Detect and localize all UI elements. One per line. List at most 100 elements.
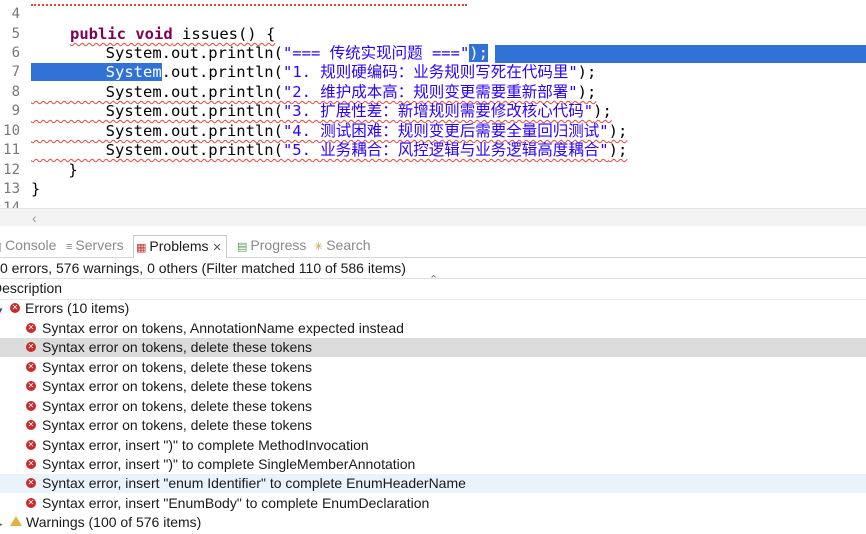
problems-icon: ▦ [136, 242, 147, 254]
expand-down-icon[interactable]: ▾ [0, 301, 8, 320]
progress-icon: ▤ [237, 241, 248, 253]
horizontal-scrollbar[interactable]: ‹ [0, 208, 866, 226]
line-number: 8 [11, 84, 20, 100]
column-header-description[interactable]: Description ⌃ [0, 274, 866, 300]
console-icon: ▯ [0, 241, 2, 253]
tab-label: Console [5, 237, 57, 253]
line-number: 4 [11, 6, 20, 22]
tab-label: Servers [75, 237, 124, 253]
selection-highlight [495, 45, 866, 63]
tree-group-errors[interactable]: ▾ ✕ Errors (10 items) [0, 299, 866, 318]
string-literal: "3. 扩展性差：新增规则需要修改核心代码" [282, 102, 594, 120]
code-text: ); [577, 63, 597, 81]
code-text: System.out.println( [31, 102, 283, 120]
error-icon: ✕ [26, 459, 36, 470]
line-number: 13 [3, 181, 20, 197]
problem-row[interactable]: ✕ Syntax error, insert ")" to complete Si… [0, 455, 866, 474]
problem-row[interactable]: ✕ Syntax error on tokens, delete these to… [0, 377, 866, 396]
code-text: ); [608, 122, 628, 140]
code-text: System.out.println( [31, 83, 283, 101]
problem-text: Syntax error on tokens, delete these tok… [42, 339, 313, 355]
servers-icon: ≡ [66, 241, 73, 253]
problem-row[interactable]: ✕ Syntax error on tokens, AnnotationName … [0, 319, 866, 338]
tab-label: Progress [250, 237, 307, 253]
line-number: 11 [3, 142, 20, 158]
view-tab-bar: ▯Console ≡Servers ▦Problems ✕ ▤Progress ✳… [0, 235, 866, 258]
problem-text: Syntax error on tokens, delete these tok… [42, 417, 313, 433]
code-line[interactable]: 6 System.out.println("=== 传统实现问题 ==="); [0, 43, 866, 63]
line-number: 9 [11, 103, 20, 119]
search-icon: ✳ [314, 241, 324, 253]
problem-text: Syntax error, insert ")" to complete Met… [42, 437, 369, 453]
string-literal: "1. 规则硬编码：业务规则写死在代码里" [282, 63, 578, 81]
error-icon: ✕ [26, 498, 36, 509]
group-label: Warnings (100 of 576 items) [26, 514, 202, 530]
string-literal: "2. 维护成本高：规则变更需要重新部署" [282, 83, 578, 101]
problem-row[interactable]: ✕ Syntax error on tokens, delete these to… [0, 358, 866, 377]
error-icon: ✕ [26, 362, 36, 373]
code-text: ); [577, 83, 597, 101]
code-line[interactable]: 10 System.out.println("4. 测试困难：规则变更后需要全量… [0, 121, 866, 141]
line-number: 10 [3, 123, 20, 139]
line-number: 12 [3, 162, 20, 178]
code-text: .out.println( [161, 63, 283, 81]
code-editor[interactable]: 4 5 public void issues() { 6 System.out.… [0, 0, 866, 226]
string-literal: "5. 业务耦合：风控逻辑与业务逻辑高度耦合" [282, 141, 609, 159]
error-icon: ✕ [26, 381, 36, 392]
problem-text: Syntax error, insert "enum Identifier" t… [42, 475, 466, 491]
tab-label: Problems [149, 238, 209, 254]
tab-servers[interactable]: ≡ Servers [66, 235, 124, 257]
code-line[interactable]: 12 } [0, 160, 866, 180]
code-line[interactable]: 7 System.out.println("1. 规则硬编码：业务规则写死在代码… [0, 62, 866, 82]
code-text: System.out.println( [31, 122, 283, 140]
code-text: issues() { [172, 25, 276, 43]
line-number: 5 [11, 26, 20, 42]
line-number: 6 [11, 45, 20, 61]
error-icon: ✕ [10, 303, 20, 314]
error-icon: ✕ [26, 342, 36, 353]
code-line[interactable]: 4 [0, 4, 866, 24]
problem-row[interactable]: ✕ Syntax error on tokens, delete these to… [0, 416, 866, 435]
problems-status: 0 errors, 576 warnings, 0 others (Filter… [0, 260, 406, 276]
string-literal: "=== 传统实现问题 ===" [282, 44, 470, 62]
problem-text: Syntax error on tokens, delete these tok… [42, 378, 313, 394]
error-icon: ✕ [26, 440, 36, 451]
tab-progress[interactable]: ▤ Progress [237, 235, 306, 257]
tree-group-warnings[interactable]: ▸ Warnings (100 of 576 items) [0, 513, 866, 532]
keyword: public void [70, 25, 173, 43]
code-text: ); [593, 102, 612, 120]
code-text: System.out.println( [31, 141, 283, 159]
error-icon: ✕ [26, 323, 36, 334]
problem-row[interactable]: ✕ Syntax error, insert ")" to complete Me… [0, 436, 866, 455]
code-text: ); [608, 141, 628, 159]
problem-row[interactable]: ✕ Syntax error on tokens, delete these to… [0, 338, 866, 357]
problem-row[interactable]: ✕ Syntax error, insert "EnumBody" to comp… [0, 494, 866, 513]
problem-text: Syntax error, insert ")" to complete Sin… [42, 456, 416, 472]
tab-problems[interactable]: ▦ Problems ✕ [133, 235, 227, 258]
code-text: } [31, 180, 41, 198]
problem-text: Syntax error on tokens, delete these tok… [42, 398, 313, 414]
column-header-label: Description [0, 280, 63, 296]
string-literal: "4. 测试困难：规则变更后需要全量回归测试" [282, 122, 609, 140]
problem-text: Syntax error on tokens, AnnotationName e… [42, 320, 404, 336]
selected-text: ); [469, 44, 488, 62]
close-icon[interactable]: ✕ [213, 242, 222, 254]
line-number: 7 [11, 64, 20, 80]
tab-label: Search [326, 237, 371, 253]
problem-text: Syntax error, insert "EnumBody" to compl… [42, 495, 430, 511]
problem-text: Syntax error on tokens, delete these tok… [42, 359, 313, 375]
selected-text: System [31, 63, 162, 81]
code-text: } [31, 161, 78, 179]
scroll-left-icon[interactable]: ‹ [32, 210, 37, 226]
code-line[interactable]: 9 System.out.println("3. 扩展性差：新增规则需要修改核心… [0, 101, 866, 121]
code-line[interactable]: 11 System.out.println("5. 业务耦合：风控逻辑与业务逻辑… [0, 140, 866, 160]
problem-row[interactable]: ✕ Syntax error, insert "enum Identifier" … [0, 474, 866, 493]
code-line[interactable]: 8 System.out.println("2. 维护成本高：规则变更需要重新部… [0, 82, 866, 102]
problem-row[interactable]: ✕ Syntax error on tokens, delete these to… [0, 397, 866, 416]
error-icon: ✕ [26, 420, 36, 431]
tab-search[interactable]: ✳ Search [314, 235, 371, 257]
tab-console[interactable]: ▯Console [0, 235, 56, 257]
code-line[interactable]: 5 public void issues() { [0, 24, 866, 44]
error-icon: ✕ [26, 401, 36, 412]
code-line[interactable]: 13 } [0, 179, 866, 199]
